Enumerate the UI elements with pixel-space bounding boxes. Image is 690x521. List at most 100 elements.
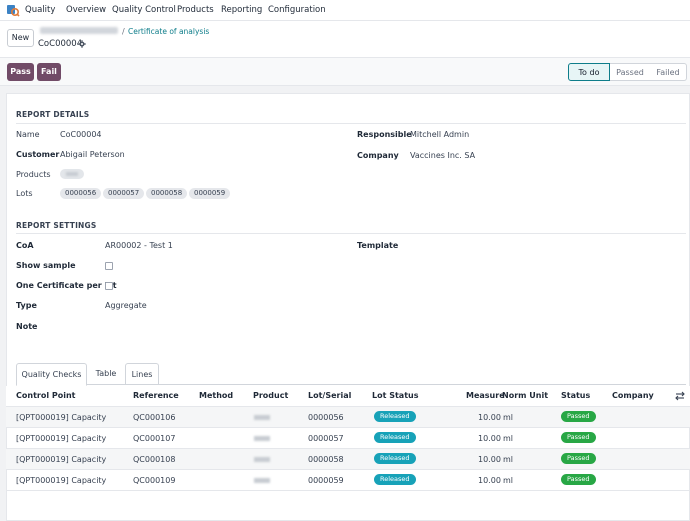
col-status[interactable]: Status bbox=[561, 391, 590, 400]
note-label: Note bbox=[16, 322, 38, 331]
col-lot-status[interactable]: Lot Status bbox=[372, 391, 418, 400]
report-details-title: REPORT DETAILS bbox=[16, 110, 90, 119]
cell-unit: ml bbox=[503, 434, 514, 443]
table-row[interactable]: [QPT000019] Capacity QC000107 0000057 Re… bbox=[6, 427, 690, 448]
cell-measure: 10.00 bbox=[478, 413, 501, 422]
cell-lot: 0000059 bbox=[308, 476, 344, 485]
one-cert-per-lot-label: One Certificate per lot bbox=[16, 281, 117, 290]
cell-product-blurred bbox=[254, 457, 270, 462]
divider bbox=[16, 123, 686, 124]
breadcrumb-parent-blurred[interactable] bbox=[40, 27, 118, 34]
lot-tag[interactable]: 0000059 bbox=[189, 188, 231, 199]
tab-table[interactable]: Table bbox=[87, 363, 125, 385]
breadcrumb-separator: / bbox=[122, 27, 125, 36]
col-company[interactable]: Company bbox=[612, 391, 654, 400]
notebook-tabs: Quality Checks Table Lines bbox=[16, 363, 686, 386]
cell-lot: 0000056 bbox=[308, 413, 344, 422]
cell-control-point: [QPT000019] Capacity bbox=[16, 413, 107, 422]
action-bar: Pass Fail To do Passed Failed bbox=[0, 58, 690, 86]
lots-label: Lots bbox=[16, 189, 33, 198]
new-button[interactable]: New bbox=[7, 29, 34, 47]
menu-products[interactable]: Products bbox=[177, 5, 214, 15]
table-row[interactable]: [QPT000019] Capacity QC000108 0000058 Re… bbox=[6, 448, 690, 469]
lot-status-badge: Released bbox=[374, 411, 416, 422]
gear-icon[interactable] bbox=[78, 40, 86, 48]
col-method[interactable]: Method bbox=[199, 391, 233, 400]
tab-lines[interactable]: Lines bbox=[125, 363, 159, 385]
column-settings-icon[interactable] bbox=[675, 391, 685, 401]
table-header: Control Point Reference Method Product L… bbox=[6, 386, 690, 406]
tab-quality-checks[interactable]: Quality Checks bbox=[16, 363, 87, 386]
cell-reference: QC000106 bbox=[133, 413, 176, 422]
cell-unit: ml bbox=[503, 476, 514, 485]
status-todo[interactable]: To do bbox=[568, 63, 610, 81]
cell-measure: 10.00 bbox=[478, 476, 501, 485]
pass-button[interactable]: Pass bbox=[7, 63, 34, 81]
lots-tags: 0000056 0000057 0000058 0000059 bbox=[60, 188, 260, 199]
name-label: Name bbox=[16, 130, 40, 139]
product-tag-blurred[interactable] bbox=[60, 169, 84, 179]
col-reference[interactable]: Reference bbox=[133, 391, 179, 400]
col-norm-unit[interactable]: Norm Unit bbox=[502, 391, 548, 400]
cell-control-point: [QPT000019] Capacity bbox=[16, 455, 107, 464]
products-label: Products bbox=[16, 170, 51, 179]
cell-control-point: [QPT000019] Capacity bbox=[16, 434, 107, 443]
lot-tag[interactable]: 0000057 bbox=[103, 188, 145, 199]
one-cert-per-lot-checkbox[interactable] bbox=[105, 282, 113, 290]
show-sample-checkbox[interactable] bbox=[105, 262, 113, 270]
quality-app-icon[interactable] bbox=[6, 4, 20, 17]
type-value[interactable]: Aggregate bbox=[105, 301, 147, 310]
status-bar: To do Passed Failed bbox=[568, 63, 687, 81]
status-badge: Passed bbox=[561, 411, 596, 422]
table-bottom-border bbox=[6, 490, 690, 491]
status-passed[interactable]: Passed bbox=[610, 63, 650, 81]
cell-unit: ml bbox=[503, 413, 514, 422]
cell-lot: 0000058 bbox=[308, 455, 344, 464]
record-name: CoC00004 bbox=[38, 39, 83, 49]
menu-configuration[interactable]: Configuration bbox=[268, 5, 326, 15]
responsible-value[interactable]: Mitchell Admin bbox=[410, 130, 469, 139]
menu-reporting[interactable]: Reporting bbox=[221, 5, 262, 15]
cell-measure: 10.00 bbox=[478, 455, 501, 464]
cell-measure: 10.00 bbox=[478, 434, 501, 443]
customer-label: Customer bbox=[16, 150, 60, 159]
cell-unit: ml bbox=[503, 455, 514, 464]
status-failed[interactable]: Failed bbox=[650, 63, 687, 81]
coa-label: CoA bbox=[16, 241, 34, 250]
table-row[interactable]: [QPT000019] Capacity QC000109 0000059 Re… bbox=[6, 469, 690, 490]
company-label: Company bbox=[357, 151, 399, 160]
menu-overview[interactable]: Overview bbox=[66, 5, 106, 15]
report-settings-title: REPORT SETTINGS bbox=[16, 221, 97, 230]
template-label: Template bbox=[357, 241, 399, 250]
company-value[interactable]: Vaccines Inc. SA bbox=[410, 151, 475, 160]
divider bbox=[16, 233, 686, 234]
col-measure[interactable]: Measure bbox=[466, 391, 505, 400]
top-navbar: Quality Overview Quality Control Product… bbox=[0, 0, 690, 21]
menu-quality-control[interactable]: Quality Control bbox=[112, 5, 176, 15]
col-control-point[interactable]: Control Point bbox=[16, 391, 75, 400]
cell-reference: QC000107 bbox=[133, 434, 176, 443]
cell-control-point: [QPT000019] Capacity bbox=[16, 476, 107, 485]
lot-tag[interactable]: 0000058 bbox=[146, 188, 188, 199]
status-badge: Passed bbox=[561, 432, 596, 443]
cell-reference: QC000108 bbox=[133, 455, 176, 464]
lot-tag[interactable]: 0000056 bbox=[60, 188, 102, 199]
status-badge: Passed bbox=[561, 453, 596, 464]
col-lot-serial[interactable]: Lot/Serial bbox=[308, 391, 351, 400]
cell-product-blurred bbox=[254, 478, 270, 483]
cell-product-blurred bbox=[254, 415, 270, 420]
col-product[interactable]: Product bbox=[253, 391, 288, 400]
coa-value[interactable]: AR00002 - Test 1 bbox=[105, 241, 173, 250]
cell-reference: QC000109 bbox=[133, 476, 176, 485]
fail-button[interactable]: Fail bbox=[37, 63, 61, 81]
breadcrumb-current[interactable]: Certificate of analysis bbox=[128, 27, 209, 36]
responsible-label: Responsible bbox=[357, 130, 412, 139]
control-panel: New / Certificate of analysis CoC00004 bbox=[0, 21, 690, 58]
customer-value[interactable]: Abigail Peterson bbox=[60, 150, 125, 159]
app-name[interactable]: Quality bbox=[25, 5, 55, 15]
lot-status-badge: Released bbox=[374, 474, 416, 485]
status-badge: Passed bbox=[561, 474, 596, 485]
name-value[interactable]: CoC00004 bbox=[60, 130, 102, 139]
table-row[interactable]: [QPT000019] Capacity QC000106 0000056 Re… bbox=[6, 406, 690, 427]
cell-product-blurred bbox=[254, 436, 270, 441]
